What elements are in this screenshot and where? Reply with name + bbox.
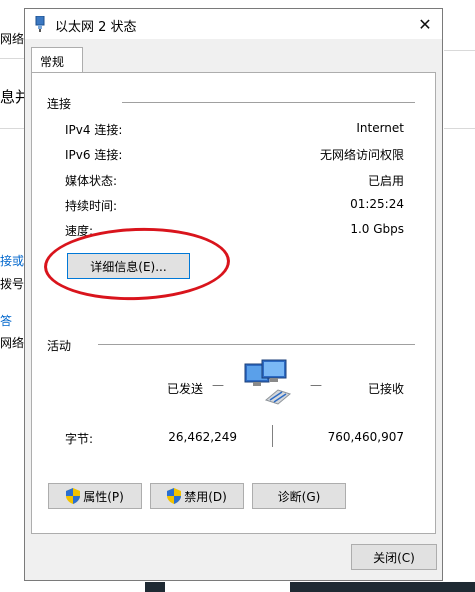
ipv6-value: 无网络访问权限 xyxy=(319,148,404,162)
network-computers-icon xyxy=(244,359,292,405)
background-text: 拨号 xyxy=(0,277,24,291)
received-label: 已接收 xyxy=(367,382,404,396)
title-bar[interactable]: 以太网 2 状态 ✕ xyxy=(25,9,442,39)
connection-section-title: 连接 xyxy=(47,97,72,111)
ipv4-value: Internet xyxy=(356,121,404,135)
activity-divider xyxy=(98,344,415,345)
tab-general[interactable]: 常规 xyxy=(31,47,83,73)
taskbar-segment xyxy=(290,582,475,592)
disable-button[interactable]: 禁用(D) xyxy=(150,483,244,509)
general-panel: 连接 IPv4 连接: Internet IPv6 连接: 无网络访问权限 媒体… xyxy=(31,72,436,534)
sent-dash: — xyxy=(212,378,224,392)
activity-section-title: 活动 xyxy=(47,339,72,353)
background-divider xyxy=(0,128,24,129)
diagnose-button[interactable]: 诊断(G) xyxy=(252,483,346,509)
background-text: 息并 xyxy=(0,88,24,106)
close-icon[interactable]: ✕ xyxy=(408,9,442,39)
duration-label: 持续时间: xyxy=(65,199,118,213)
speed-value: 1.0 Gbps xyxy=(350,222,404,236)
background-link[interactable]: 答 xyxy=(0,312,24,329)
background-text: 网络和 xyxy=(0,32,24,46)
taskbar-segment xyxy=(145,582,165,592)
disable-button-label: 禁用(D) xyxy=(184,489,227,504)
properties-button-label: 属性(P) xyxy=(83,489,124,504)
sent-bytes-value: 26,462,249 xyxy=(168,430,237,444)
media-state-value: 已启用 xyxy=(367,174,404,188)
background-text: 网络 xyxy=(0,336,24,350)
background-window: 网络和 息并 接或 拨号 答 网络 xyxy=(0,0,24,592)
bytes-divider xyxy=(272,425,273,447)
properties-button[interactable]: 属性(P) xyxy=(48,483,142,509)
background-window-right xyxy=(444,0,475,592)
close-button[interactable]: 关闭(C) xyxy=(351,544,437,570)
background-link[interactable]: 接或 xyxy=(0,252,24,269)
received-dash: — xyxy=(310,378,322,392)
background-divider xyxy=(0,58,24,59)
sent-label: 已发送 xyxy=(167,382,204,396)
uac-shield-icon xyxy=(66,488,81,504)
media-state-label: 媒体状态: xyxy=(65,174,118,188)
dialog-title: 以太网 2 状态 xyxy=(55,20,137,35)
duration-value: 01:25:24 xyxy=(350,197,404,211)
bytes-label: 字节: xyxy=(65,432,94,446)
network-adapter-icon xyxy=(35,16,45,32)
connection-divider xyxy=(122,102,415,103)
received-bytes-value: 760,460,907 xyxy=(327,430,404,444)
ipv4-label: IPv4 连接: xyxy=(65,123,123,137)
ipv6-label: IPv6 连接: xyxy=(65,148,123,162)
uac-shield-icon xyxy=(167,488,182,504)
